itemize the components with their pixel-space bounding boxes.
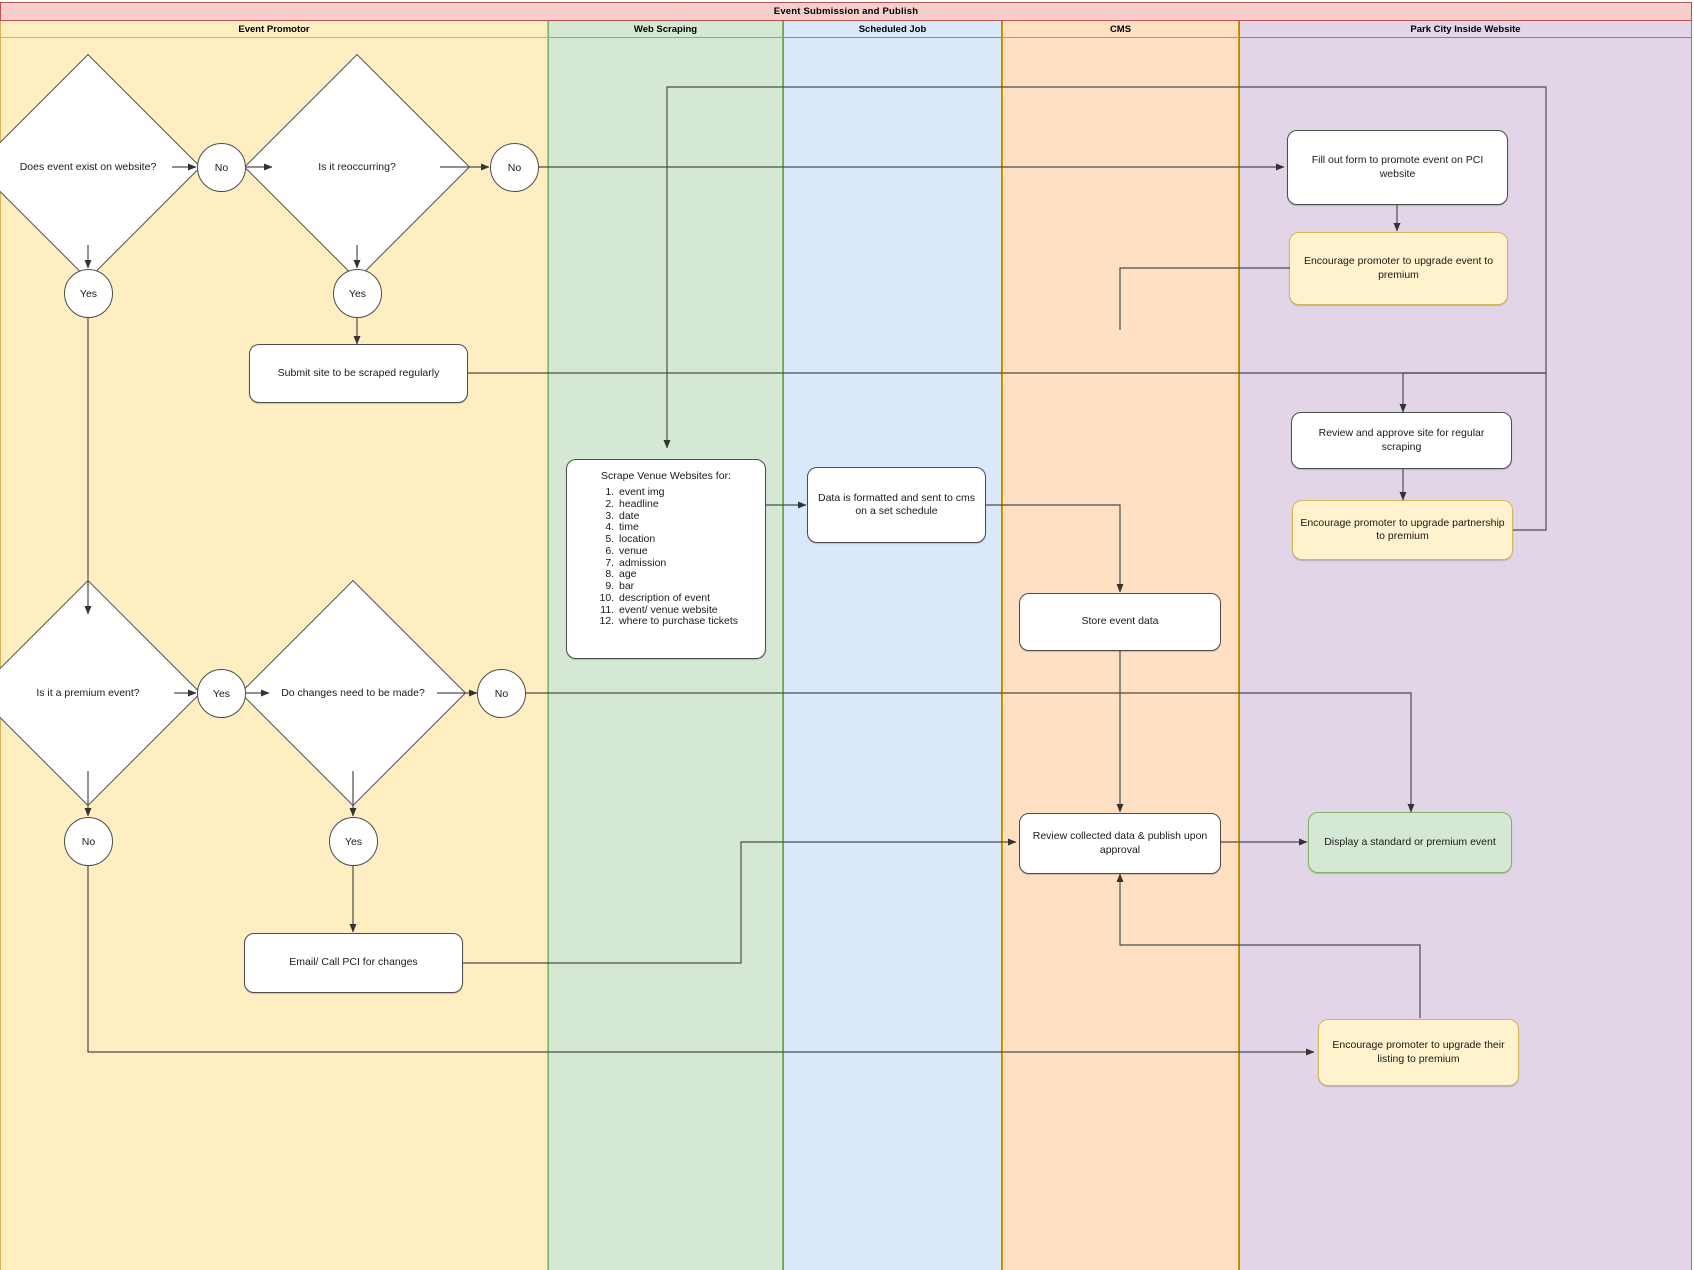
process-submit-site[interactable]: Submit site to be scraped regularly: [249, 344, 468, 403]
process-data-formatted[interactable]: Data is formatted and sent to cms on a s…: [807, 467, 986, 543]
list-item: location: [617, 533, 757, 546]
gate-yes-1[interactable]: Yes: [64, 269, 113, 318]
scrape-field-list: event img headline date time location ve…: [575, 486, 757, 628]
decision-is-premium-event[interactable]: Is it a premium event?: [0, 579, 202, 807]
decision-do-changes-need-made[interactable]: Do changes need to be made?: [239, 579, 467, 807]
diamond-shape: [239, 579, 467, 807]
process-review-collected-data[interactable]: Review collected data & publish upon app…: [1019, 813, 1221, 874]
diamond-shape: [243, 53, 471, 281]
process-scrape-venue-websites[interactable]: Scrape Venue Websites for: event img hea…: [566, 459, 766, 659]
gate-no-1[interactable]: No: [197, 143, 246, 192]
list-item: admission: [617, 557, 757, 570]
process-email-call-pci[interactable]: Email/ Call PCI for changes: [244, 933, 463, 993]
lane-header-cms: CMS: [1003, 21, 1238, 38]
process-encourage-upgrade-event[interactable]: Encourage promoter to upgrade event to p…: [1289, 232, 1508, 305]
process-store-event-data[interactable]: Store event data: [1019, 593, 1221, 651]
process-display-standard-or-premium[interactable]: Display a standard or premium event: [1308, 812, 1512, 873]
process-review-approve-site[interactable]: Review and approve site for regular scra…: [1291, 412, 1512, 469]
list-item: headline: [617, 498, 757, 511]
lane-scheduled-job: Scheduled Job: [783, 21, 1002, 1270]
lane-header-event-promotor: Event Promotor: [1, 21, 547, 38]
list-item: event img: [617, 486, 757, 499]
lane-header-park-city-inside-website: Park City Inside Website: [1240, 21, 1691, 38]
lane-header-web-scraping: Web Scraping: [549, 21, 782, 38]
gate-yes-4[interactable]: Yes: [329, 817, 378, 866]
lane-header-scheduled-job: Scheduled Job: [784, 21, 1001, 38]
process-encourage-upgrade-listing[interactable]: Encourage promoter to upgrade their list…: [1318, 1019, 1519, 1086]
list-item: age: [617, 568, 757, 581]
decision-does-event-exist[interactable]: Does event exist on website?: [0, 53, 202, 281]
gate-no-4[interactable]: No: [64, 817, 113, 866]
list-item: description of event: [617, 592, 757, 605]
scrape-box-title: Scrape Venue Websites for:: [601, 470, 731, 482]
list-item: bar: [617, 580, 757, 593]
gate-no-3[interactable]: No: [477, 669, 526, 718]
list-item: venue: [617, 545, 757, 558]
pool-title: Event Submission and Publish: [0, 2, 1692, 21]
gate-yes-3[interactable]: Yes: [197, 669, 246, 718]
diagram-canvas: Event Submission and Publish Event Promo…: [0, 0, 1694, 1270]
gate-yes-2[interactable]: Yes: [333, 269, 382, 318]
process-fill-out-form[interactable]: Fill out form to promote event on PCI we…: [1287, 130, 1508, 205]
decision-is-it-reoccurring[interactable]: Is it reoccurring?: [243, 53, 471, 281]
process-encourage-upgrade-partnership[interactable]: Encourage promoter to upgrade partnershi…: [1292, 500, 1513, 560]
list-item: where to purchase tickets: [617, 615, 757, 628]
gate-no-2[interactable]: No: [490, 143, 539, 192]
